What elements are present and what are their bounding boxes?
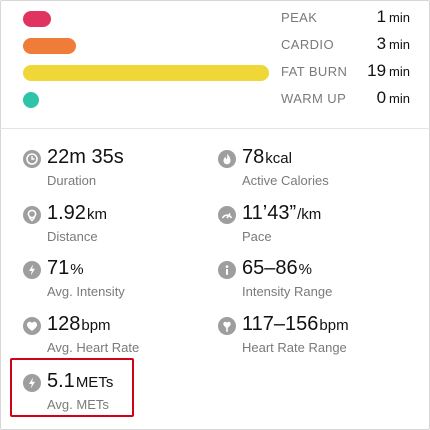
- flame-icon: [218, 150, 236, 168]
- stat-value: 11’43”/km: [242, 202, 322, 224]
- zone-value: 19 min: [367, 61, 410, 80]
- zone-name: PEAK: [281, 10, 318, 25]
- zone-row-warm-up: WARM UP 0 min: [0, 86, 430, 113]
- stat-duration: 22m 35s Duration: [23, 146, 213, 190]
- stat-value: 22m 35s: [47, 146, 124, 168]
- zone-row-cardio: CARDIO 3 min: [0, 32, 430, 59]
- zone-row-fat-burn: FAT BURN 19 min: [0, 59, 430, 86]
- stat-intensity-range: 65–86% Intensity Range: [218, 257, 408, 301]
- stat-value: 71%: [47, 257, 84, 279]
- zone-value: 1 min: [376, 7, 410, 26]
- location-pin-icon: [23, 206, 41, 224]
- stat-label: Avg. Intensity: [47, 284, 125, 299]
- stat-value: 117–156bpm: [242, 313, 349, 335]
- stat-value: 1.92km: [47, 202, 107, 224]
- zone-dot-warm-up: [23, 92, 39, 108]
- stat-heart-rate: 128bpm Avg. Heart Rate: [23, 313, 213, 357]
- zone-bar-peak: [23, 11, 51, 27]
- zone-name: WARM UP: [281, 91, 347, 106]
- stat-value: 65–86%: [242, 257, 312, 279]
- info-icon: [218, 261, 236, 279]
- clock-icon: [23, 150, 41, 168]
- zone-name: FAT BURN: [281, 64, 348, 79]
- zone-value: 0 min: [376, 88, 410, 107]
- stat-label: Duration: [47, 173, 97, 188]
- stat-heart-rate-range: 117–156bpm Heart Rate Range: [218, 313, 408, 357]
- bolt-icon: [23, 261, 41, 279]
- stat-label: Pace: [242, 229, 272, 244]
- divider: [0, 128, 430, 129]
- zone-bar-fat-burn: [23, 65, 269, 81]
- stat-pace: 11’43”/km Pace: [218, 202, 408, 246]
- stat-label: Intensity Range: [242, 284, 333, 299]
- stat-value: 128bpm: [47, 313, 111, 335]
- zone-row-peak: PEAK 1 min: [0, 5, 430, 32]
- highlight-box: [10, 358, 134, 417]
- stat-intensity: 71% Avg. Intensity: [23, 257, 213, 301]
- stat-distance: 1.92km Distance: [23, 202, 213, 246]
- zone-bar-cardio: [23, 38, 76, 54]
- stat-label: Distance: [47, 229, 98, 244]
- stat-label: Avg. Heart Rate: [47, 340, 140, 355]
- stat-value: 78kcal: [242, 146, 292, 168]
- zone-value: 3 min: [376, 34, 410, 53]
- stat-label: Active Calories: [242, 173, 329, 188]
- zone-name: CARDIO: [281, 37, 334, 52]
- stat-active-calories: 78kcal Active Calories: [218, 146, 408, 190]
- stat-label: Heart Rate Range: [242, 340, 347, 355]
- speedometer-icon: [218, 206, 236, 224]
- heart-range-icon: [218, 317, 236, 335]
- heart-icon: [23, 317, 41, 335]
